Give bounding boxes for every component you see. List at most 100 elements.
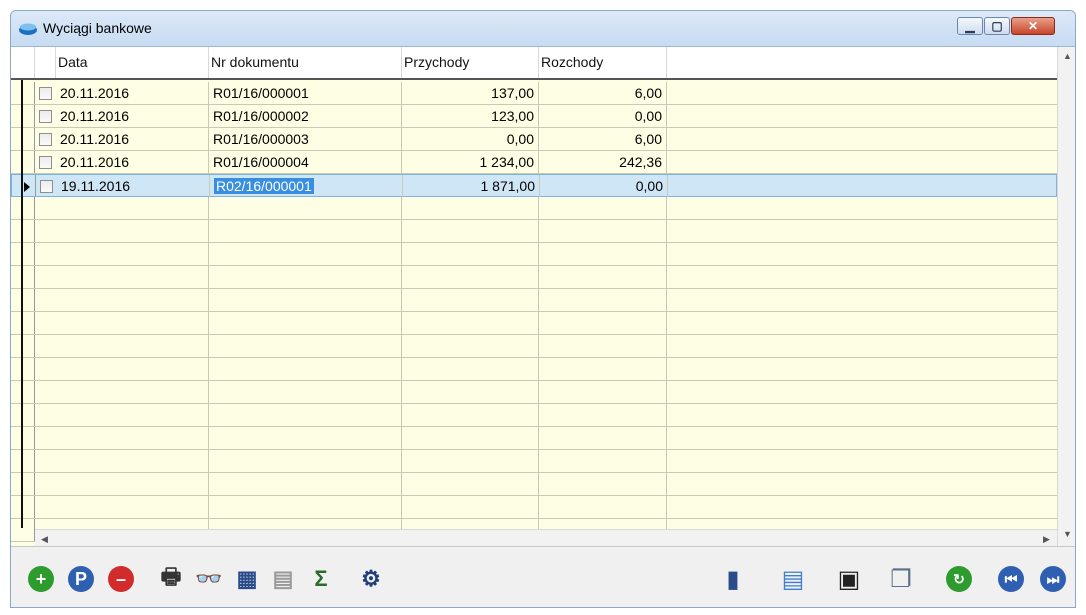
- table-row[interactable]: 20.11.2016 R01/16/000003 0,00 6,00: [11, 128, 1057, 151]
- cell-document[interactable]: R01/16/000002: [209, 105, 402, 127]
- delete-button[interactable]: –: [107, 565, 135, 593]
- windows-button[interactable]: ❐: [887, 565, 915, 593]
- first-button[interactable]: ⏮: [997, 565, 1025, 593]
- cell-document[interactable]: [209, 266, 402, 288]
- filter-button[interactable]: ▤: [269, 565, 297, 593]
- cell-income[interactable]: [402, 197, 539, 219]
- cell-date[interactable]: 20.11.2016: [56, 128, 209, 150]
- table-row[interactable]: 20.11.2016 R01/16/000002 123,00 0,00: [11, 105, 1057, 128]
- column-header-income[interactable]: Przychody: [402, 47, 539, 78]
- empty-row[interactable]: [11, 197, 1057, 220]
- cell-expense[interactable]: [539, 312, 667, 334]
- empty-row[interactable]: [11, 335, 1057, 358]
- document-button[interactable]: ▤: [779, 565, 807, 593]
- cell-date[interactable]: [56, 312, 209, 334]
- empty-row[interactable]: [11, 220, 1057, 243]
- cell-document[interactable]: [209, 312, 402, 334]
- empty-row[interactable]: [11, 404, 1057, 427]
- cell-date[interactable]: [56, 473, 209, 495]
- row-checkbox[interactable]: [39, 87, 52, 100]
- cell-date[interactable]: [56, 496, 209, 518]
- statements-grid[interactable]: Data Nr dokumentu Przychody Rozchody 20.…: [11, 47, 1075, 547]
- cell-expense[interactable]: 0,00: [540, 175, 668, 197]
- cell-income[interactable]: [402, 473, 539, 495]
- print-button[interactable]: 🖶: [157, 564, 185, 593]
- cell-expense[interactable]: [539, 289, 667, 311]
- cell-document[interactable]: [209, 473, 402, 495]
- minimize-button[interactable]: ▁: [957, 17, 983, 35]
- scroll-right-icon[interactable]: ▶: [1037, 530, 1056, 546]
- cell-date[interactable]: [56, 266, 209, 288]
- table-row[interactable]: 19.11.2016 R02/16/000001 1 871,00 0,00: [11, 174, 1057, 197]
- table-row[interactable]: 20.11.2016 R01/16/000001 137,00 6,00: [11, 82, 1057, 105]
- cell-expense[interactable]: [539, 358, 667, 380]
- empty-row[interactable]: [11, 450, 1057, 473]
- empty-row[interactable]: [11, 496, 1057, 519]
- cell-document[interactable]: [209, 381, 402, 403]
- cell-document[interactable]: [209, 243, 402, 265]
- cell-income[interactable]: 1 234,00: [402, 151, 539, 173]
- row-checkbox[interactable]: [39, 133, 52, 146]
- save-button[interactable]: ▣: [835, 565, 863, 593]
- scroll-down-icon[interactable]: ▼: [1058, 525, 1075, 543]
- cell-expense[interactable]: [539, 266, 667, 288]
- binoculars-button[interactable]: 👓: [195, 565, 223, 593]
- column-header-date[interactable]: Data: [56, 47, 209, 78]
- column-header-expense[interactable]: Rozchody: [539, 47, 667, 78]
- table-row[interactable]: 20.11.2016 R01/16/000004 1 234,00 242,36: [11, 151, 1057, 174]
- close-button[interactable]: ✕: [1011, 17, 1055, 35]
- cell-document[interactable]: [209, 289, 402, 311]
- cell-income[interactable]: [402, 404, 539, 426]
- cell-document[interactable]: [209, 220, 402, 242]
- cell-document[interactable]: [209, 427, 402, 449]
- cell-document[interactable]: R01/16/000004: [209, 151, 402, 173]
- empty-row[interactable]: [11, 358, 1057, 381]
- cell-document[interactable]: R01/16/000003: [209, 128, 402, 150]
- cell-income[interactable]: [402, 427, 539, 449]
- cell-document[interactable]: [209, 335, 402, 357]
- cell-document[interactable]: [209, 450, 402, 472]
- cell-expense[interactable]: [539, 404, 667, 426]
- row-checkbox[interactable]: [40, 180, 53, 193]
- cell-date[interactable]: 20.11.2016: [56, 105, 209, 127]
- cell-date[interactable]: 20.11.2016: [56, 82, 209, 104]
- table-button[interactable]: ▦: [233, 565, 261, 593]
- cell-expense[interactable]: [539, 335, 667, 357]
- last-button[interactable]: ⏭: [1039, 565, 1067, 593]
- cell-expense[interactable]: 0,00: [539, 105, 667, 127]
- cell-date[interactable]: [56, 335, 209, 357]
- cell-income[interactable]: [402, 266, 539, 288]
- cell-date[interactable]: [56, 381, 209, 403]
- cell-income[interactable]: [402, 220, 539, 242]
- horizontal-scrollbar[interactable]: ◀ ▶: [35, 529, 1057, 546]
- settings-button[interactable]: ⚙: [357, 565, 385, 593]
- row-checkbox[interactable]: [39, 110, 52, 123]
- cell-expense[interactable]: [539, 450, 667, 472]
- cell-income[interactable]: 1 871,00: [403, 175, 540, 197]
- empty-row[interactable]: [11, 243, 1057, 266]
- cell-income[interactable]: [402, 450, 539, 472]
- cell-expense[interactable]: 6,00: [539, 128, 667, 150]
- maximize-button[interactable]: ▢: [984, 17, 1010, 35]
- cell-document[interactable]: [209, 404, 402, 426]
- sum-button[interactable]: Σ: [307, 565, 335, 593]
- cell-date[interactable]: [56, 427, 209, 449]
- cell-expense[interactable]: [539, 473, 667, 495]
- cell-expense[interactable]: [539, 496, 667, 518]
- row-checkbox[interactable]: [39, 156, 52, 169]
- cell-document[interactable]: [209, 496, 402, 518]
- cell-date[interactable]: [56, 450, 209, 472]
- cell-income[interactable]: [402, 312, 539, 334]
- cell-date[interactable]: 20.11.2016: [56, 151, 209, 173]
- cell-document[interactable]: R02/16/000001: [210, 175, 403, 197]
- empty-row[interactable]: [11, 266, 1057, 289]
- empty-row[interactable]: [11, 473, 1057, 496]
- cell-expense[interactable]: [539, 220, 667, 242]
- cell-date[interactable]: [56, 243, 209, 265]
- empty-row[interactable]: [11, 427, 1057, 450]
- chart-button[interactable]: ▮: [719, 565, 747, 593]
- cell-document[interactable]: [209, 358, 402, 380]
- scroll-up-icon[interactable]: ▲: [1058, 47, 1075, 65]
- cell-income[interactable]: 0,00: [402, 128, 539, 150]
- cell-income[interactable]: 137,00: [402, 82, 539, 104]
